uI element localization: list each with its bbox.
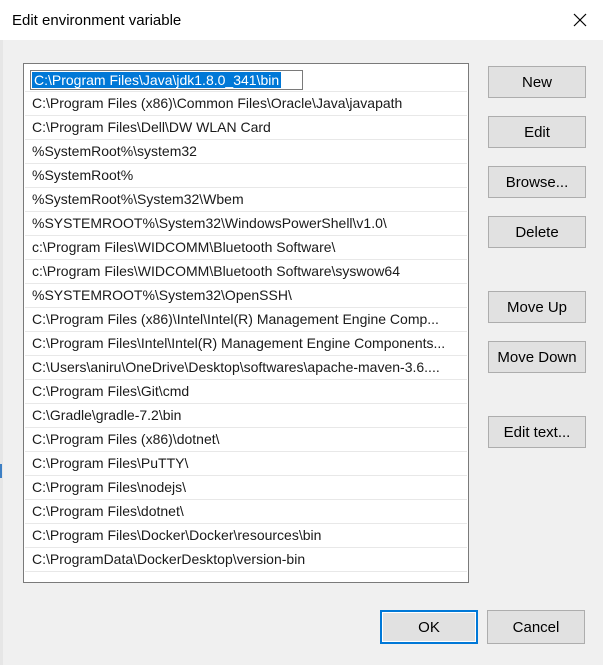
list-item-label: C:\Program Files (x86)\dotnet\ (32, 431, 220, 447)
edit-env-variable-dialog: Edit environment variable C:\Program Fil… (0, 0, 603, 665)
list-item[interactable]: C:\Program Files\Docker\Docker\resources… (25, 524, 467, 548)
list-item-label: C:\Program Files (x86)\Common Files\Orac… (32, 95, 403, 111)
list-item[interactable]: C:\Users\aniru\OneDrive\Desktop\software… (25, 356, 467, 380)
list-item[interactable]: %SystemRoot% (25, 164, 467, 188)
list-item-label: C:\ProgramData\DockerDesktop\version-bin (32, 551, 306, 567)
list-item[interactable]: %SystemRoot%\System32\Wbem (25, 188, 467, 212)
list-item[interactable]: C:\ProgramData\DockerDesktop\version-bin (25, 548, 467, 572)
list-item-label: %SYSTEMROOT%\System32\WindowsPowerShell\… (32, 215, 387, 231)
list-item[interactable]: C:\Program Files\nodejs\ (25, 476, 467, 500)
edit-text-button[interactable]: Edit text... (488, 416, 586, 448)
list-item[interactable]: C:\Program Files (x86)\dotnet\ (25, 428, 467, 452)
path-list[interactable]: C:\Program Files\Java\jdk1.8.0_341\bin C:… (23, 63, 469, 583)
list-item[interactable]: %SystemRoot%\system32 (25, 140, 467, 164)
close-button[interactable] (557, 0, 603, 40)
list-item[interactable]: C:\Program Files\PuTTY\ (25, 452, 467, 476)
list-item[interactable]: C:\Program Files (x86)\Intel\Intel(R) Ma… (25, 308, 467, 332)
list-item-label: %SystemRoot%\System32\Wbem (32, 191, 244, 207)
list-item-label: C:\Program Files\dotnet\ (32, 503, 184, 519)
list-item-label: C:\Users\aniru\OneDrive\Desktop\software… (32, 359, 440, 375)
list-item-label: C:\Program Files\nodejs\ (32, 479, 187, 495)
list-item[interactable]: C:\Program Files\Intel\Intel(R) Manageme… (25, 332, 467, 356)
list-item-label: C:\Program Files\PuTTY\ (32, 455, 189, 471)
title-bar: Edit environment variable (0, 0, 603, 40)
edit-button[interactable]: Edit (488, 116, 586, 148)
list-item-label: %SYSTEMROOT%\System32\OpenSSH\ (32, 287, 292, 303)
list-item[interactable]: C:\Program Files (x86)\Common Files\Orac… (25, 92, 467, 116)
list-item-label: C:\Program Files\Git\cmd (32, 383, 190, 399)
edge-marker (0, 464, 2, 478)
move-up-button[interactable]: Move Up (488, 291, 586, 323)
list-item[interactable]: %SYSTEMROOT%\System32\OpenSSH\ (25, 284, 467, 308)
move-down-button[interactable]: Move Down (488, 341, 586, 373)
dialog-title: Edit environment variable (12, 12, 182, 29)
list-item-label: C:\Program Files\Dell\DW WLAN Card (32, 119, 271, 135)
selected-text: C:\Program Files\Java\jdk1.8.0_341\bin (32, 72, 282, 88)
list-item[interactable]: C:\Program Files\dotnet\ (25, 500, 467, 524)
list-item[interactable]: c:\Program Files\WIDCOMM\Bluetooth Softw… (25, 260, 467, 284)
list-item-label: C:\Program Files\Docker\Docker\resources… (32, 527, 322, 543)
list-item-label: c:\Program Files\WIDCOMM\Bluetooth Softw… (32, 239, 336, 255)
list-item-label: C:\Program Files (x86)\Intel\Intel(R) Ma… (32, 311, 439, 327)
list-item[interactable]: C:\Program Files\Git\cmd (25, 380, 467, 404)
browse-button[interactable]: Browse... (488, 166, 586, 198)
list-item-label: C:\Gradle\gradle-7.2\bin (32, 407, 182, 423)
inline-edit-field[interactable]: C:\Program Files\Java\jdk1.8.0_341\bin (30, 70, 303, 90)
close-icon (573, 13, 587, 27)
window-left-edge (0, 40, 3, 665)
ok-button[interactable]: OK (380, 610, 478, 644)
new-button[interactable]: New (488, 66, 586, 98)
delete-button[interactable]: Delete (488, 216, 586, 248)
list-item[interactable]: C:\Gradle\gradle-7.2\bin (25, 404, 467, 428)
list-item[interactable]: %SYSTEMROOT%\System32\WindowsPowerShell\… (25, 212, 467, 236)
list-item-label: %SystemRoot% (32, 167, 134, 183)
list-item[interactable]: C:\Program Files\Java\jdk1.8.0_341\bin (25, 68, 467, 92)
cancel-button[interactable]: Cancel (487, 610, 585, 644)
list-item-label: %SystemRoot%\system32 (32, 143, 197, 159)
list-item-label: C:\Program Files\Intel\Intel(R) Manageme… (32, 335, 446, 351)
list-item[interactable]: c:\Program Files\WIDCOMM\Bluetooth Softw… (25, 236, 467, 260)
list-item-label: c:\Program Files\WIDCOMM\Bluetooth Softw… (32, 263, 400, 279)
list-item[interactable]: C:\Program Files\Dell\DW WLAN Card (25, 116, 467, 140)
